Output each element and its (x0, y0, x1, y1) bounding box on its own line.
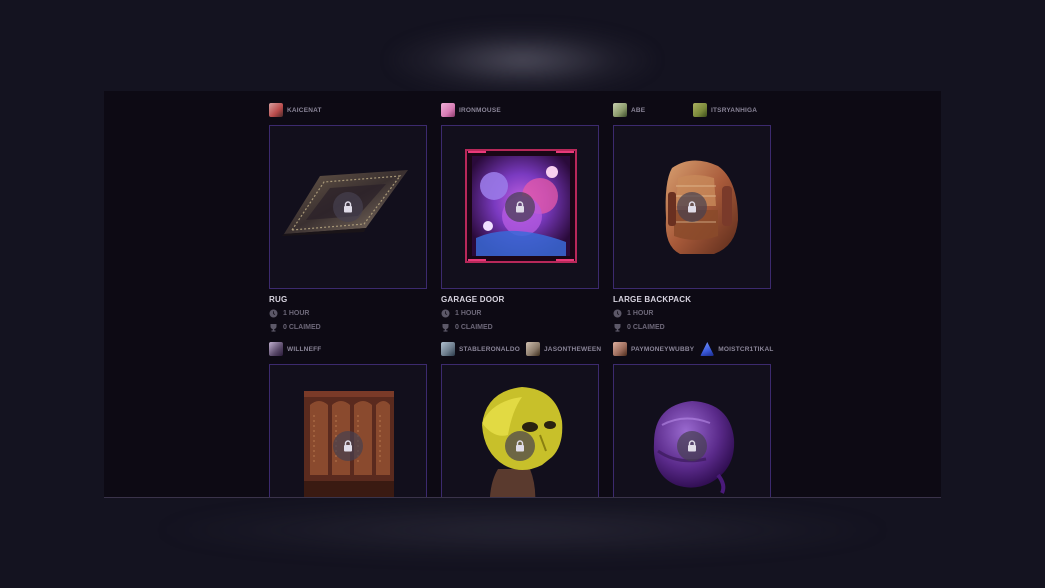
clock-icon (441, 309, 450, 318)
creator-name: ITSRYANHIGA (711, 106, 758, 114)
creator[interactable]: ABE (613, 103, 693, 117)
duration-row: 1 HOUR (613, 309, 771, 318)
creator[interactable]: PAYMONEYWUBBY (613, 342, 694, 356)
item-title: RUG (269, 295, 288, 304)
creator-name: PAYMONEYWUBBY (631, 345, 695, 353)
item-title: LARGE BACKPACK (613, 295, 692, 304)
creator[interactable]: MOISTCR1TIKAL (700, 342, 773, 356)
duration-label: 1 HOUR (283, 310, 310, 317)
claimed-label: 0 CLAIMED (455, 324, 493, 331)
creator[interactable]: KAICENAT (269, 103, 322, 117)
reward-card-rug[interactable]: KAICENAT RUG 1 HOUR 0 CLAIMED (269, 101, 427, 332)
clock-icon (269, 309, 278, 318)
creator-list: PAYMONEYWUBBY MOISTCR1TIKAL (613, 340, 773, 358)
lock-icon (333, 431, 363, 461)
creator-list: STABLERONALDO JASONTHEWEEN (441, 340, 602, 358)
item-preview[interactable] (441, 125, 599, 289)
trophy-icon (270, 324, 277, 332)
creator-list: IRONMOUSE (441, 101, 599, 119)
claimed-label: 0 CLAIMED (627, 324, 665, 331)
item-title: GARAGE DOOR (441, 295, 505, 304)
blurred-header-glow (390, 25, 655, 95)
item-preview[interactable] (613, 125, 771, 289)
avatar (441, 342, 455, 356)
avatar (525, 342, 540, 356)
claimed-label: 0 CLAIMED (283, 324, 321, 331)
duration-label: 1 HOUR (627, 310, 654, 317)
item-preview[interactable] (613, 364, 771, 497)
creator-name: WILLNEFF (287, 345, 322, 353)
duration-label: 1 HOUR (455, 310, 482, 317)
creator-name: STABLERONALDO (459, 345, 520, 353)
creator[interactable]: JASONTHEWEEN (525, 342, 602, 356)
avatar (693, 103, 707, 117)
reward-card-large-backpack[interactable]: ABE ITSRYANHIGA LARGE BACKPACK 1 HOUR 0 … (613, 101, 771, 332)
reward-card-mask[interactable]: STABLERONALDO JASONTHEWEEN (441, 340, 602, 497)
avatar (613, 103, 627, 117)
creator[interactable]: IRONMOUSE (441, 103, 501, 117)
creator[interactable]: ITSRYANHIGA (693, 103, 757, 117)
reward-card-garage-door[interactable]: IRONMOUSE GARAGE DOOR 1 HOUR 0 CLAIMED (441, 101, 599, 332)
creator-list: ABE ITSRYANHIGA (613, 101, 771, 119)
blurred-footer-glow (150, 500, 895, 560)
claimed-row: 0 CLAIMED (613, 323, 771, 332)
clock-icon (613, 309, 622, 318)
item-preview[interactable] (441, 364, 599, 497)
claimed-row: 0 CLAIMED (269, 323, 427, 332)
duration-row: 1 HOUR (441, 309, 599, 318)
lock-icon (333, 192, 363, 222)
creator-name: IRONMOUSE (459, 106, 501, 114)
avatar (269, 103, 283, 117)
lock-icon (677, 192, 707, 222)
creator-name: KAICENAT (287, 106, 322, 114)
avatar (269, 342, 283, 356)
lock-icon (505, 192, 535, 222)
duration-row: 1 HOUR (269, 309, 427, 318)
avatar (441, 103, 455, 117)
lock-icon (505, 431, 535, 461)
item-preview[interactable] (269, 125, 427, 289)
claimed-row: 0 CLAIMED (441, 323, 599, 332)
creator-list: WILLNEFF (269, 340, 427, 358)
rewards-panel: KAICENAT RUG 1 HOUR 0 CLAIMED IRONMOUSE … (104, 91, 941, 498)
creator-list: KAICENAT (269, 101, 427, 119)
avatar (613, 342, 627, 356)
reward-card-durag[interactable]: PAYMONEYWUBBY MOISTCR1TIKAL (613, 340, 773, 497)
creator[interactable]: WILLNEFF (269, 342, 321, 356)
creator[interactable]: STABLERONALDO (441, 342, 520, 356)
item-preview[interactable] (269, 364, 427, 497)
avatar (700, 342, 715, 356)
creator-name: JASONTHEWEEN (543, 345, 602, 353)
creator-name: MOISTCR1TIKAL (718, 345, 774, 353)
trophy-icon (614, 324, 621, 332)
trophy-icon (442, 324, 449, 332)
lock-icon (677, 431, 707, 461)
creator-name: ABE (631, 106, 646, 114)
reward-card-wardrobe[interactable]: WILLNEFF (269, 340, 427, 497)
